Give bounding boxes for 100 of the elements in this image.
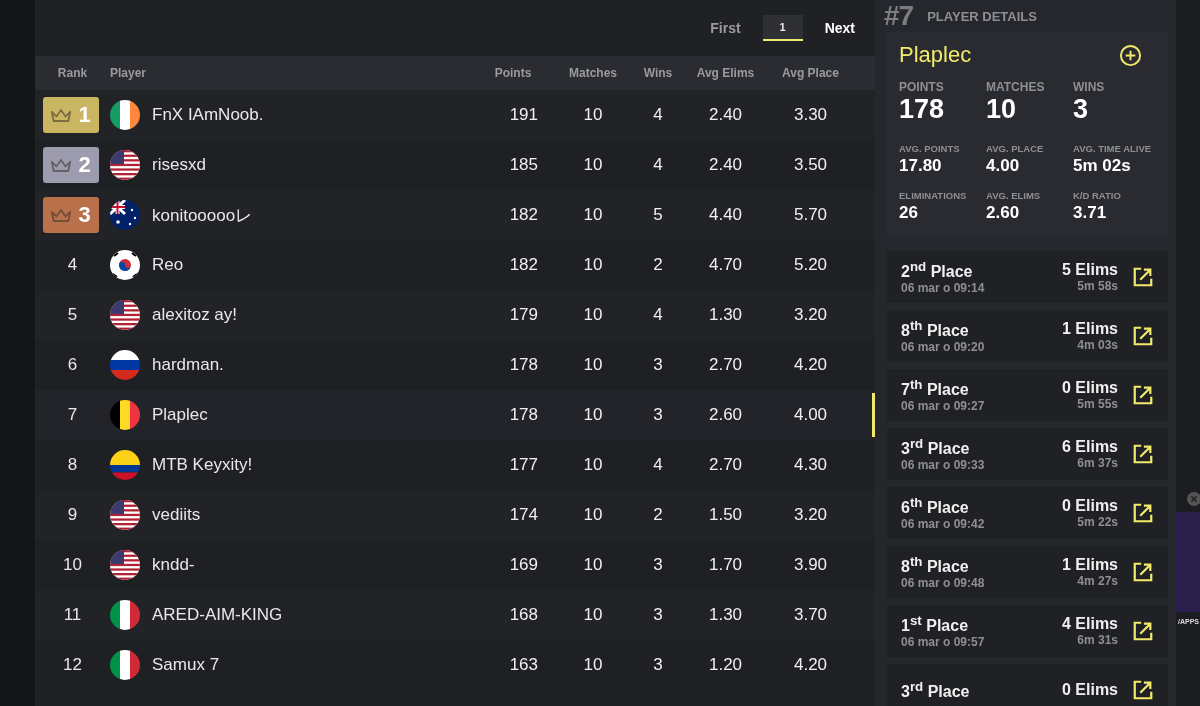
player-name[interactable]: hardman. (152, 355, 224, 375)
external-link-icon[interactable] (1132, 502, 1154, 524)
table-cell-text: 10 (582, 505, 604, 525)
table-cell-text: 163 (508, 655, 539, 675)
stat-value: 10 (986, 94, 1018, 125)
table-cell-text: 3 (652, 405, 664, 425)
stat-label: K/D RATIO (1073, 190, 1122, 201)
table-cell-text: 10 (582, 405, 604, 425)
table-cell-text: 179 (508, 305, 539, 325)
column-header[interactable]: Avg Place (768, 66, 853, 80)
player-name[interactable]: risesxd (152, 155, 206, 175)
first-page-link[interactable]: First (710, 20, 741, 36)
column-header[interactable]: Avg Elims (683, 66, 768, 80)
table-cell-text: 10 (582, 255, 604, 275)
table-cell-text: 2.60 (707, 405, 744, 425)
table-cell-text: 10 (582, 455, 604, 475)
external-link-icon[interactable] (1132, 325, 1154, 347)
column-header[interactable]: Matches (553, 66, 633, 80)
match-card[interactable]: 2$^{nd}$ Place 06 mar o 09:14 5 Elims 5m 58s (887, 251, 1168, 303)
flag-icon (110, 150, 140, 180)
crown-icon (50, 157, 73, 173)
stat-value: 26 (899, 203, 919, 223)
external-link-icon[interactable] (1132, 266, 1154, 288)
external-link-icon[interactable] (1132, 384, 1154, 406)
table-cell-text: 3.90 (792, 555, 829, 575)
match-time: 4m 03s (1077, 338, 1118, 352)
stat-value: 3 (1073, 94, 1090, 125)
stat-value: 4.00 (986, 156, 1021, 176)
player-name[interactable]: alexitoz ay! (152, 305, 238, 325)
match-card[interactable]: 8$^{th}$ Place 06 mar o 09:20 1 Elims 4m 03s (887, 310, 1168, 362)
match-card[interactable]: 3$^{rd}$ Place 06 mar o 09:33 6 Elims 6m 37s (887, 428, 1168, 480)
player-name[interactable]: MTB Keyxity! (152, 455, 253, 475)
stat-label: AVG. TIME ALIVE (1073, 143, 1153, 154)
match-time: 4m 27s (1077, 574, 1118, 588)
player-name[interactable]: kndd- (152, 555, 195, 575)
page-number-button[interactable]: 1 (762, 15, 803, 41)
flag-icon (110, 100, 140, 130)
column-header[interactable]: Points (473, 66, 553, 80)
external-link-icon[interactable] (1132, 679, 1154, 701)
table-cell-text: 185 (508, 155, 539, 175)
player-name[interactable]: konitoooooレ (152, 203, 253, 227)
player-name[interactable]: FnX IAmNoob. (152, 105, 264, 125)
match-time: 6m 31s (1077, 633, 1118, 647)
next-page-link[interactable]: Next (824, 20, 855, 36)
player-name[interactable]: vediits (152, 505, 201, 525)
player-name[interactable]: Reo (152, 255, 184, 275)
player-name[interactable]: ARED-AIM-KING (152, 605, 283, 625)
player-name[interactable]: Samux 7 (152, 655, 220, 675)
stat-label: POINTS (899, 80, 945, 94)
table-cell-text: 5 (652, 205, 664, 225)
column-header[interactable]: Rank (35, 66, 110, 80)
match-elims: 4 Elims (1061, 615, 1118, 633)
column-header[interactable]: Player (110, 66, 473, 80)
rank-number: 5 (67, 305, 78, 325)
match-card[interactable]: 3$^{rd}$ Place 0 Elims (887, 664, 1168, 706)
match-elims: 1 Elims (1061, 320, 1118, 338)
match-place: 3$^{rd}$ Place (901, 678, 971, 702)
player-name[interactable]: Plaplec (152, 405, 208, 425)
match-time: 5m 22s (1077, 515, 1118, 529)
table-row[interactable]: 7 Plaplec 178 10 3 2.60 4.00 (35, 390, 875, 440)
table-cell-text: 10 (582, 605, 604, 625)
match-place: 8$^{th}$ Place (901, 553, 970, 577)
player-name: Plaplec (899, 42, 972, 68)
stat-label: AVG. PLACE (986, 143, 1045, 154)
table-cell-text: 10 (582, 555, 604, 575)
table-cell-text: 1.50 (707, 505, 744, 525)
match-elims: 0 Elims (1061, 497, 1118, 515)
rank-number: 11 (63, 605, 82, 625)
table-cell-text: 10 (582, 155, 604, 175)
rank-number: 7 (67, 405, 78, 425)
table-cell-text: 10 (582, 355, 604, 375)
table-cell-text: 3.20 (792, 505, 829, 525)
match-card[interactable]: 1$^{st}$ Place 06 mar o 09:57 4 Elims 6m 31s (887, 605, 1168, 657)
table-cell-text: 10 (582, 655, 604, 675)
rank-number: 8 (67, 455, 78, 475)
external-link-icon[interactable] (1132, 561, 1154, 583)
table-cell-text: 3.70 (792, 605, 829, 625)
match-card[interactable]: 6$^{th}$ Place 06 mar o 09:42 0 Elims 5m 22s (887, 487, 1168, 539)
stat-label: MATCHES (986, 80, 1046, 94)
table-cell-text: 169 (508, 555, 539, 575)
rank-badge: 1 (42, 97, 99, 133)
flag-icon (110, 650, 140, 680)
external-link-icon[interactable] (1132, 443, 1154, 465)
flag-icon (110, 500, 140, 530)
table-cell-text: 5.20 (792, 255, 829, 275)
match-date: 06 mar o 09:20 (901, 340, 986, 355)
match-place: 2$^{nd}$ Place (901, 258, 974, 282)
table-cell-text: 2.40 (707, 155, 744, 175)
rank-number: 10 (63, 555, 82, 575)
table-cell-text: 4.20 (792, 355, 829, 375)
add-icon[interactable] (1119, 43, 1142, 67)
match-card[interactable]: 7$^{th}$ Place 06 mar o 09:27 0 Elims 5m 55s (887, 369, 1168, 421)
external-link-icon[interactable] (1132, 620, 1154, 642)
stat-label: AVG. ELIMS (986, 190, 1042, 201)
match-card[interactable]: 8$^{th}$ Place 06 mar o 09:48 1 Elims 4m 27s (887, 546, 1168, 598)
match-place: 6$^{th}$ Place (901, 494, 970, 518)
match-place: 1$^{st}$ Place (901, 612, 970, 636)
column-header[interactable]: Wins (633, 66, 683, 80)
match-date: 06 mar o 09:48 (901, 576, 986, 591)
table-cell-text: 168 (508, 605, 539, 625)
